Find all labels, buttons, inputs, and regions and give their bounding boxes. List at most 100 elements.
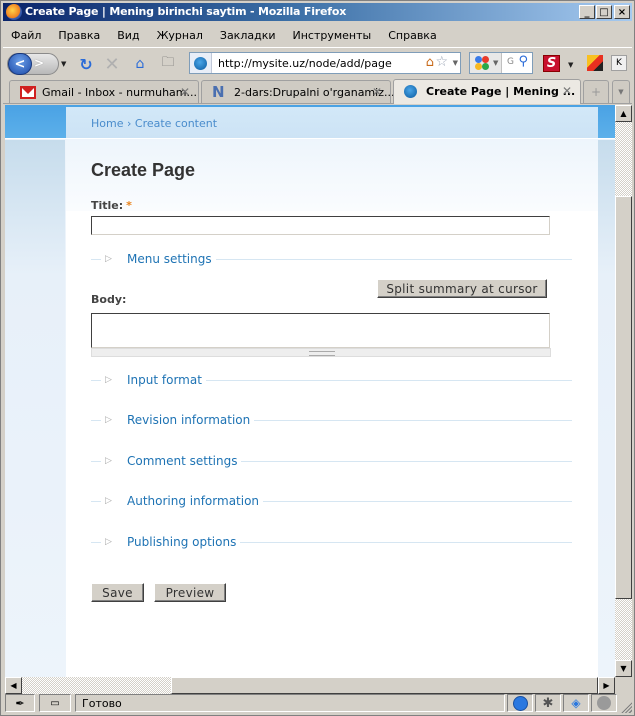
scroll-right-button[interactable]: ▶ [598,677,615,694]
k-addon-icon[interactable] [587,55,603,71]
drupal-icon [404,85,418,98]
maximize-button[interactable]: □ [596,5,612,19]
tab-bar: Gmail - Inbox - nurmuham... ✕ N 2-dars:D… [3,79,632,104]
power-icon [597,696,611,710]
reload-icon[interactable]: ↻ [77,55,95,74]
resize-grip[interactable] [620,701,632,713]
fieldset-legend[interactable]: Revision information [121,413,252,427]
status-firebug-panel[interactable]: ✱ [535,694,561,712]
textarea-resize-handle[interactable] [91,348,551,357]
expand-triangle-icon: ▷ [105,496,112,506]
scroll-up-button[interactable]: ▲ [615,105,632,122]
fieldset-publishing-options[interactable]: ▷ Publishing options [91,535,572,549]
url-bar[interactable]: http://mysite.uz/node/add/page ⌂ ☆ ▼ [189,52,461,74]
minimize-button[interactable]: _ [579,5,595,19]
k-button-icon[interactable]: K [611,55,627,71]
title-bar: Create Page | Mening birinchi saytim - M… [3,3,632,21]
body-label: Body: [91,293,127,306]
tab-create-page[interactable]: Create Page | Mening ... ✕ [393,79,581,104]
status-bar: ✒ ▭ Готово ✱ ◈ [3,693,632,713]
breadcrumb-separator: › [126,117,132,130]
chat-bubble-icon [512,695,528,711]
homepage-icon[interactable]: ⌂ [426,55,434,70]
url-text[interactable]: http://mysite.uz/node/add/page [218,57,392,70]
tab-list-button[interactable]: ▼ [612,80,630,103]
menu-history[interactable]: Журнал [148,29,211,42]
ruler-icon: ▭ [50,697,60,709]
fieldset-revision-information[interactable]: ▷ Revision information [91,413,572,427]
pen-icon: ✒ [15,696,25,710]
back-icon: < [14,56,26,72]
status-pen-panel[interactable]: ✒ [5,694,35,712]
google-icon [475,56,489,70]
menu-bookmarks[interactable]: Закладки [211,29,284,42]
fieldset-legend[interactable]: Authoring information [121,494,261,508]
bookmark-star-icon[interactable]: ☆ [435,54,448,70]
search-bar[interactable]: ▼ G ⚲ [469,52,533,74]
url-dropdown-icon[interactable]: ▼ [453,59,458,67]
right-gutter [598,140,615,677]
fieldset-legend[interactable]: Publishing options [121,535,238,549]
tab-label: Gmail - Inbox - nurmuham... [42,86,197,99]
new-tab-button[interactable]: + [583,80,609,103]
stop-icon[interactable]: ✕ [103,54,121,75]
scrollbar-corner [615,677,632,694]
s-addon-icon[interactable]: S [543,55,560,72]
tab-drupal-lesson[interactable]: N 2-dars:Drupalni o'rganamiz... ✕ [201,80,394,103]
menu-tools[interactable]: Инструменты [284,29,380,42]
title-label-text: Title: [91,199,124,212]
menu-file[interactable]: Файл [3,29,49,42]
back-forward-group: < > [7,53,59,75]
horizontal-scroll-thumb[interactable] [171,677,598,694]
new-tab-icon[interactable]: 🗀 [159,55,177,73]
content-area: Home › Create content Create Page Title:… [66,107,598,677]
fieldset-menu-settings[interactable]: ▷ Menu settings [91,252,572,266]
menu-view[interactable]: Вид [108,29,147,42]
home-icon[interactable]: ⌂ [131,55,149,73]
fieldset-legend[interactable]: Input format [121,373,204,387]
breadcrumb-home-link[interactable]: Home [91,117,123,130]
fieldset-comment-settings[interactable]: ▷ Comment settings [91,454,572,468]
site-identity-button[interactable] [190,53,212,73]
save-button[interactable]: Save [91,583,144,602]
required-marker: * [126,199,132,212]
status-text: Готово [75,694,505,712]
close-button[interactable]: × [614,5,630,19]
status-ruler-panel[interactable]: ▭ [39,694,71,712]
horizontal-scrollbar[interactable]: ◀ ▶ [5,677,615,694]
back-button[interactable]: < [8,53,32,75]
split-summary-button[interactable]: Split summary at cursor [377,279,547,298]
breadcrumb-create-content-link[interactable]: Create content [135,117,217,130]
vertical-scroll-thumb[interactable] [615,196,632,599]
history-dropdown-icon[interactable]: ▼ [61,60,66,68]
expand-triangle-icon: ▷ [105,537,112,547]
firefox-icon [6,4,22,20]
menu-help[interactable]: Справка [379,29,444,42]
fieldset-legend[interactable]: Menu settings [121,252,214,266]
status-power-panel[interactable] [591,694,617,712]
left-gutter [5,140,65,677]
status-chat-panel[interactable] [507,694,533,712]
fieldset-authoring-information[interactable]: ▷ Authoring information [91,494,572,508]
scroll-down-button[interactable]: ▼ [615,660,632,677]
tab-gmail[interactable]: Gmail - Inbox - nurmuham... ✕ [9,80,199,103]
arrow-down-icon: ▼ [620,664,627,673]
forward-button[interactable]: > [34,56,44,70]
scroll-left-button[interactable]: ◀ [5,677,22,694]
close-tab-icon[interactable]: ✕ [180,85,190,99]
title-input[interactable] [91,216,550,235]
body-textarea[interactable] [91,313,550,348]
vertical-scrollbar[interactable]: ▲ ▼ [615,105,632,677]
fieldset-legend[interactable]: Comment settings [121,454,239,468]
search-icon[interactable]: ⚲ [518,54,528,69]
close-tab-icon[interactable]: ✕ [562,84,572,98]
search-engine-button[interactable]: ▼ [470,53,502,73]
close-tab-icon[interactable]: ✕ [372,85,382,99]
title-label: Title: * [91,199,132,212]
s-addon-dropdown-icon[interactable]: ▼ [568,61,573,69]
preview-button[interactable]: Preview [154,583,226,602]
status-location-panel[interactable]: ◈ [563,694,589,712]
engine-dropdown-icon: ▼ [493,59,499,67]
fieldset-input-format[interactable]: ▷ Input format [91,373,572,387]
menu-edit[interactable]: Правка [49,29,108,42]
